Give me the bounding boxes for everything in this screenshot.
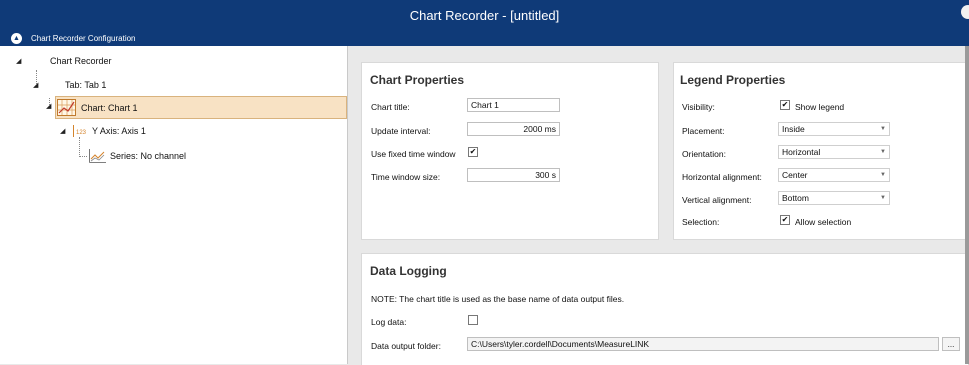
log-data-checkbox[interactable] (468, 315, 478, 325)
expanded-icon[interactable]: ◢ (16, 57, 25, 65)
orientation-select[interactable]: Horizontal ▼ (778, 145, 890, 159)
legend-properties-panel: Legend Properties Visibility: ✔ Show leg… (673, 62, 969, 240)
visibility-label: Visibility: (682, 102, 715, 112)
data-logging-note: NOTE: The chart title is used as the bas… (371, 294, 625, 304)
vertical-alignment-label: Vertical alignment: (682, 195, 752, 205)
horizontal-alignment-label: Horizontal alignment: (682, 172, 762, 182)
chevron-down-icon: ▼ (880, 126, 886, 132)
log-data-label: Log data: (371, 317, 407, 327)
tree-item-label: Tab: Tab 1 (65, 79, 107, 90)
orientation-value: Horizontal (782, 147, 821, 157)
configuration-header[interactable]: ▲ Chart Recorder Configuration (0, 30, 969, 46)
allow-selection-label: Allow selection (795, 217, 852, 227)
tree-item-tab[interactable]: ◢ Tab: Tab 1 (33, 78, 106, 91)
chart-icon (57, 99, 76, 116)
data-logging-panel: Data Logging NOTE: The chart title is us… (361, 253, 969, 365)
tree-connector (79, 137, 80, 157)
expanded-icon[interactable]: ◢ (33, 81, 42, 89)
output-folder-input[interactable]: C:\Users\tyler.cordell\Documents\Measure… (467, 337, 939, 351)
tree-item-label: Series: No channel (110, 150, 187, 161)
tree-connector (79, 156, 87, 157)
chart-title-input[interactable]: Chart 1 (467, 98, 560, 112)
placement-select[interactable]: Inside ▼ (778, 122, 890, 136)
panel-title: Chart Properties (370, 73, 465, 87)
show-legend-checkbox[interactable]: ✔ (780, 100, 790, 110)
tree-item-chart[interactable]: ◢ Chart: Chart 1 (46, 96, 347, 119)
tree-item-y-axis[interactable]: ◢ 123 Y Axis: Axis 1 (60, 124, 146, 137)
chevron-down-icon: ▼ (880, 149, 886, 155)
window-title: Chart Recorder - [untitled] (409, 7, 560, 23)
expanded-icon[interactable]: ◢ (60, 127, 69, 135)
window-control-icon[interactable] (961, 5, 969, 19)
tree-item-label: Y Axis: Axis 1 (92, 125, 146, 136)
fixed-window-checkbox[interactable]: ✔ (468, 147, 478, 157)
checkmark-icon: ✔ (781, 215, 789, 224)
placement-value: Inside (782, 124, 805, 134)
vertical-alignment-select[interactable]: Bottom ▼ (778, 191, 890, 205)
allow-selection-checkbox[interactable]: ✔ (780, 215, 790, 225)
chevron-down-icon: ▼ (880, 172, 886, 178)
window-size-label: Time window size: (371, 172, 441, 182)
scrollbar[interactable] (965, 46, 969, 364)
orientation-label: Orientation: (682, 149, 726, 159)
window-title-bar: Chart Recorder - [untitled] (0, 0, 969, 30)
series-icon (89, 148, 106, 163)
output-folder-label: Data output folder: (371, 341, 441, 351)
expanded-icon[interactable]: ◢ (46, 102, 55, 110)
chevron-down-icon: ▼ (880, 195, 886, 201)
checkmark-icon: ✔ (469, 147, 477, 156)
axis-icon: 123 (73, 124, 86, 137)
selection-label: Selection: (682, 217, 720, 227)
collapse-icon[interactable]: ▲ (11, 32, 22, 44)
chart-title-label: Chart title: (371, 102, 410, 112)
checkmark-icon: ✔ (781, 100, 789, 109)
horizontal-alignment-select[interactable]: Center ▼ (778, 168, 890, 182)
horizontal-alignment-value: Center (782, 170, 808, 180)
chart-properties-panel: Chart Properties Chart title: Chart 1 Up… (361, 62, 659, 240)
window-size-input[interactable]: 300 s (467, 168, 560, 182)
tree-item-label: Chart Recorder (50, 55, 112, 66)
panel-title: Data Logging (370, 264, 447, 278)
fixed-window-label: Use fixed time window (371, 149, 456, 159)
update-interval-label: Update interval: (371, 126, 431, 136)
configuration-header-label: Chart Recorder Configuration (31, 33, 136, 43)
tree-item-label: Chart: Chart 1 (81, 102, 138, 113)
show-legend-label: Show legend (795, 102, 845, 112)
tree-item-series[interactable]: Series: No channel (89, 147, 186, 164)
tree-item-chart-recorder[interactable]: ◢ Chart Recorder (16, 54, 112, 67)
vertical-alignment-value: Bottom (782, 193, 809, 203)
configuration-tree: ◢ Chart Recorder ◢ Tab: Tab 1 ◢ Chart: C… (0, 46, 348, 364)
browse-button[interactable]: ... (942, 337, 960, 351)
panel-title: Legend Properties (680, 73, 786, 87)
update-interval-input[interactable]: 2000 ms (467, 122, 560, 136)
placement-label: Placement: (682, 126, 725, 136)
